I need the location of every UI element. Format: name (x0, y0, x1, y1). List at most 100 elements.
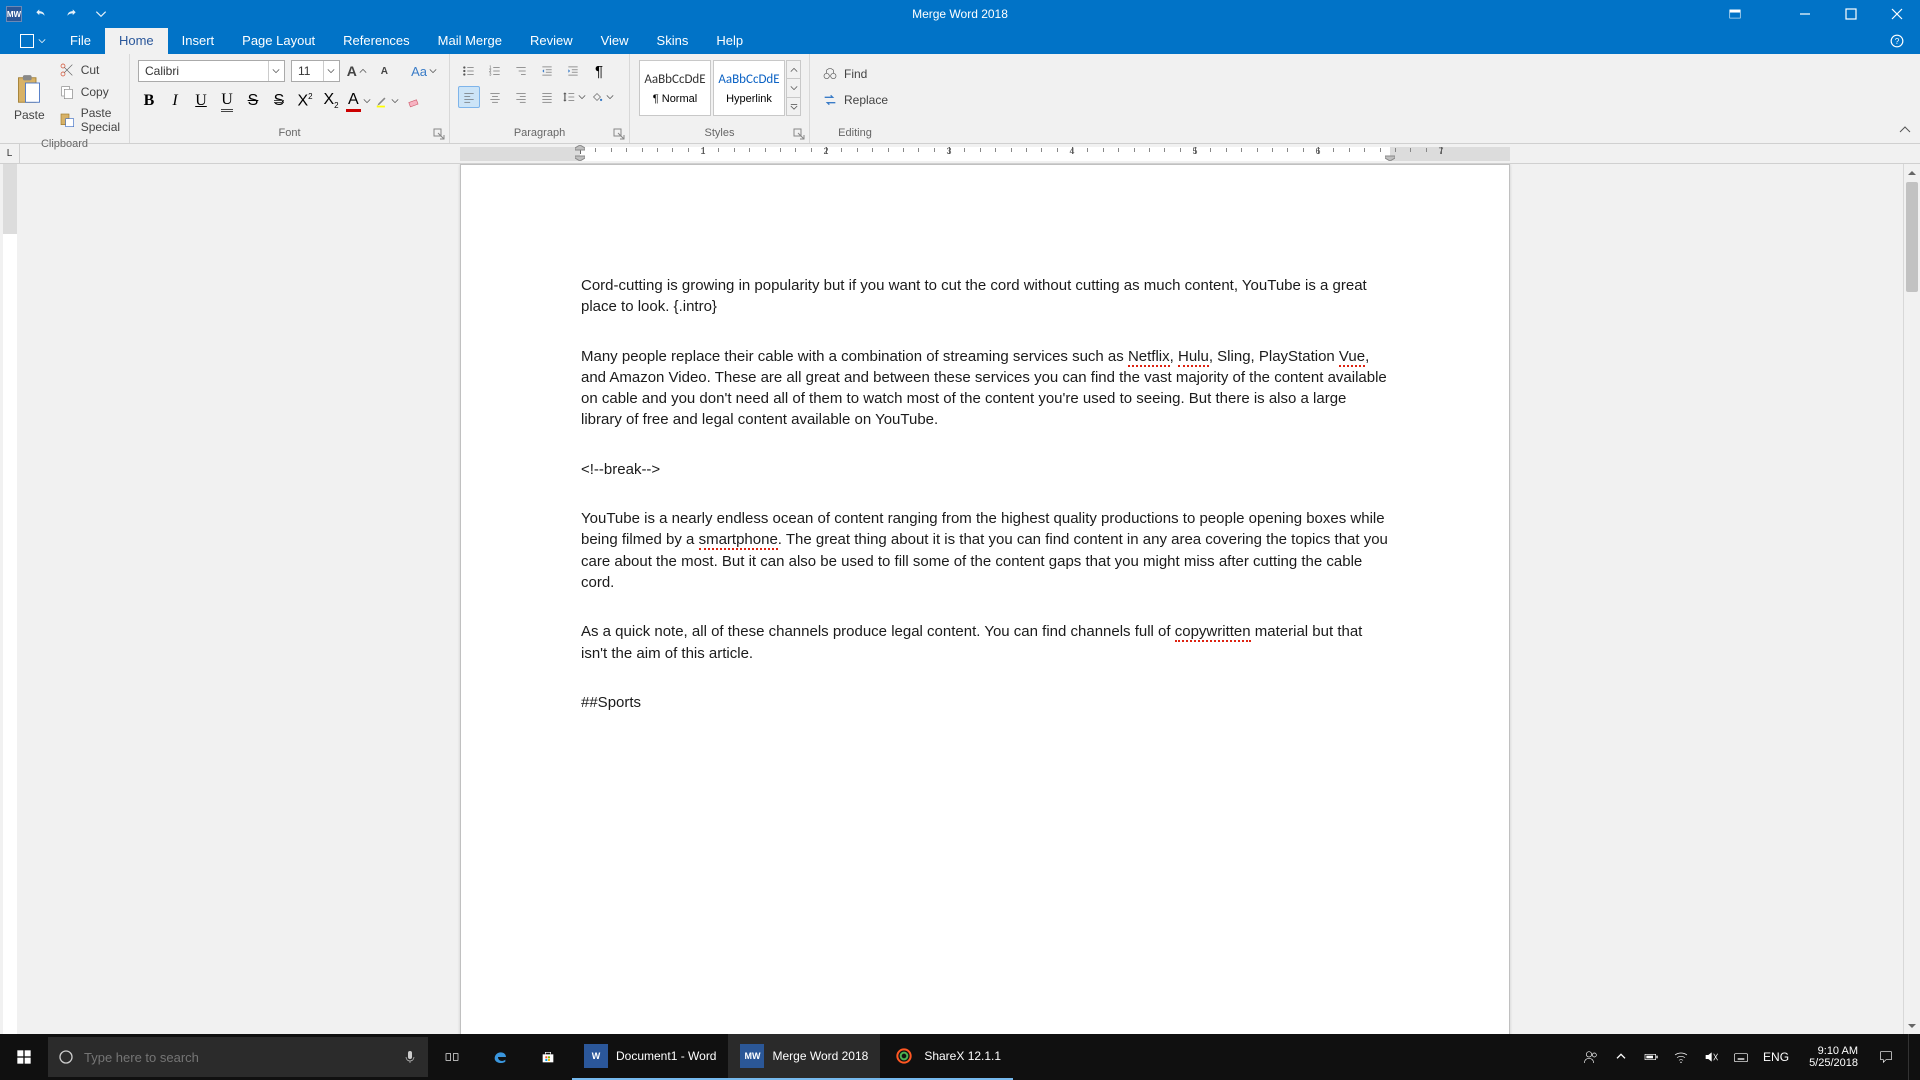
tab-view[interactable]: View (587, 28, 643, 54)
vertical-ruler[interactable] (0, 164, 20, 1034)
help-button[interactable]: ? (1884, 28, 1910, 54)
justify-icon (540, 90, 554, 104)
horizontal-ruler[interactable]: 1234567 (460, 144, 1510, 163)
clear-formatting-button[interactable] (403, 90, 425, 112)
paste-special-button[interactable]: Paste Special (55, 104, 124, 136)
tray-overflow-icon[interactable] (1613, 1049, 1629, 1065)
increase-indent-button[interactable] (562, 60, 584, 82)
bullets-button[interactable] (458, 60, 480, 82)
paragraph-dialog-launcher[interactable] (613, 127, 625, 139)
clock[interactable]: 9:10 AM5/25/2018 (1803, 1045, 1864, 1069)
document-paragraph[interactable]: YouTube is a nearly endless ocean of con… (581, 508, 1389, 593)
document-paragraph[interactable]: Cord-cutting is growing in popularity bu… (581, 275, 1389, 318)
tab-review[interactable]: Review (516, 28, 587, 54)
replace-button[interactable]: Replace (818, 90, 892, 110)
tab-page-layout[interactable]: Page Layout (228, 28, 329, 54)
styles-gallery-scroll[interactable] (786, 60, 801, 116)
paste-button[interactable]: Paste (10, 106, 49, 124)
numbering-button[interactable]: 123 (484, 60, 506, 82)
taskbar-app-word[interactable]: WDocument1 - Word (572, 1034, 728, 1080)
input-language[interactable]: ENG (1763, 1050, 1789, 1064)
undo-button[interactable] (30, 3, 52, 25)
indent-marker-left[interactable] (575, 145, 585, 166)
multilevel-list-button[interactable] (510, 60, 532, 82)
taskbar-app-sharex[interactable]: ShareX 12.1.1 (880, 1034, 1013, 1080)
align-center-button[interactable] (484, 86, 506, 108)
styles-scroll-up[interactable] (787, 61, 800, 79)
cut-button[interactable]: Cut (55, 60, 124, 80)
volume-icon[interactable] (1703, 1049, 1719, 1065)
taskbar-app-mergeword[interactable]: MWMerge Word 2018 (728, 1034, 880, 1080)
tab-skins[interactable]: Skins (643, 28, 703, 54)
qat-customize-button[interactable] (90, 3, 112, 25)
tab-mail-merge[interactable]: Mail Merge (424, 28, 516, 54)
wifi-icon[interactable] (1673, 1049, 1689, 1065)
font-dialog-launcher[interactable] (433, 127, 445, 139)
tab-insert[interactable]: Insert (168, 28, 229, 54)
align-right-button[interactable] (510, 86, 532, 108)
double-strikethrough-button[interactable]: S (268, 90, 290, 112)
justify-button[interactable] (536, 86, 558, 108)
styles-scroll-down[interactable] (787, 79, 800, 97)
scroll-thumb[interactable] (1906, 182, 1918, 292)
highlight-button[interactable] (375, 90, 399, 112)
microphone-icon[interactable] (402, 1049, 418, 1065)
battery-icon[interactable] (1643, 1049, 1659, 1065)
edge-button[interactable] (476, 1034, 524, 1080)
shading-button[interactable] (590, 86, 614, 108)
scroll-up-button[interactable] (1904, 164, 1920, 181)
strikethrough-button[interactable]: S (242, 90, 264, 112)
change-case-button[interactable]: Aa (407, 60, 441, 82)
store-button[interactable] (524, 1034, 572, 1080)
keyboard-icon[interactable] (1733, 1049, 1749, 1065)
italic-button[interactable]: I (164, 90, 186, 112)
redo-button[interactable] (60, 3, 82, 25)
font-color-button[interactable]: A (346, 90, 371, 112)
minimize-button[interactable] (1782, 0, 1828, 28)
font-name-combo[interactable]: Calibri (138, 60, 285, 82)
style-normal[interactable]: AaBbCcDdE¶ Normal (639, 60, 711, 116)
document-paragraph[interactable]: ##Sports (581, 692, 1389, 713)
document-page[interactable]: Cord-cutting is growing in popularity bu… (460, 164, 1510, 1034)
document-paragraph[interactable]: As a quick note, all of these channels p… (581, 621, 1389, 664)
indent-marker-right[interactable] (1385, 145, 1395, 166)
show-paragraph-marks-button[interactable]: ¶ (588, 60, 610, 82)
file-menu-button[interactable] (10, 28, 56, 54)
copy-button[interactable]: Copy (55, 82, 124, 102)
task-view-button[interactable] (428, 1034, 476, 1080)
underline-button[interactable]: U (190, 90, 212, 112)
find-button[interactable]: Find (818, 64, 892, 84)
vertical-scrollbar[interactable] (1903, 164, 1920, 1034)
tab-home[interactable]: Home (105, 28, 168, 54)
decrease-indent-button[interactable] (536, 60, 558, 82)
collapse-ribbon-button[interactable] (1898, 123, 1912, 137)
taskbar-search[interactable] (48, 1037, 428, 1077)
font-size-combo[interactable]: 11 (291, 60, 340, 82)
tab-references[interactable]: References (329, 28, 423, 54)
superscript-button[interactable]: X2 (294, 90, 316, 112)
replace-label: Replace (844, 93, 888, 107)
style-hyperlink[interactable]: AaBbCcDdEHyperlink (713, 60, 785, 116)
tab-help[interactable]: Help (702, 28, 757, 54)
document-paragraph[interactable]: <!--break--> (581, 459, 1389, 480)
styles-dialog-launcher[interactable] (793, 127, 805, 139)
document-paragraph[interactable]: Many people replace their cable with a c… (581, 346, 1389, 431)
action-center-icon[interactable] (1878, 1049, 1894, 1065)
people-icon[interactable] (1583, 1049, 1599, 1065)
close-button[interactable] (1874, 0, 1920, 28)
double-underline-button[interactable]: U (216, 90, 238, 112)
search-input[interactable] (84, 1050, 392, 1065)
ribbon-display-options-button[interactable] (1720, 0, 1750, 28)
scroll-down-button[interactable] (1904, 1017, 1920, 1034)
subscript-button[interactable]: X2 (320, 90, 342, 112)
show-desktop-button[interactable] (1908, 1034, 1914, 1080)
shrink-font-button[interactable]: A (374, 60, 396, 82)
maximize-button[interactable] (1828, 0, 1874, 28)
grow-font-button[interactable]: A (346, 60, 368, 82)
line-spacing-button[interactable] (562, 86, 586, 108)
tab-file[interactable]: File (56, 28, 105, 54)
align-left-button[interactable] (458, 86, 480, 108)
start-button[interactable] (0, 1034, 48, 1080)
styles-expand[interactable] (787, 98, 800, 115)
bold-button[interactable]: B (138, 90, 160, 112)
